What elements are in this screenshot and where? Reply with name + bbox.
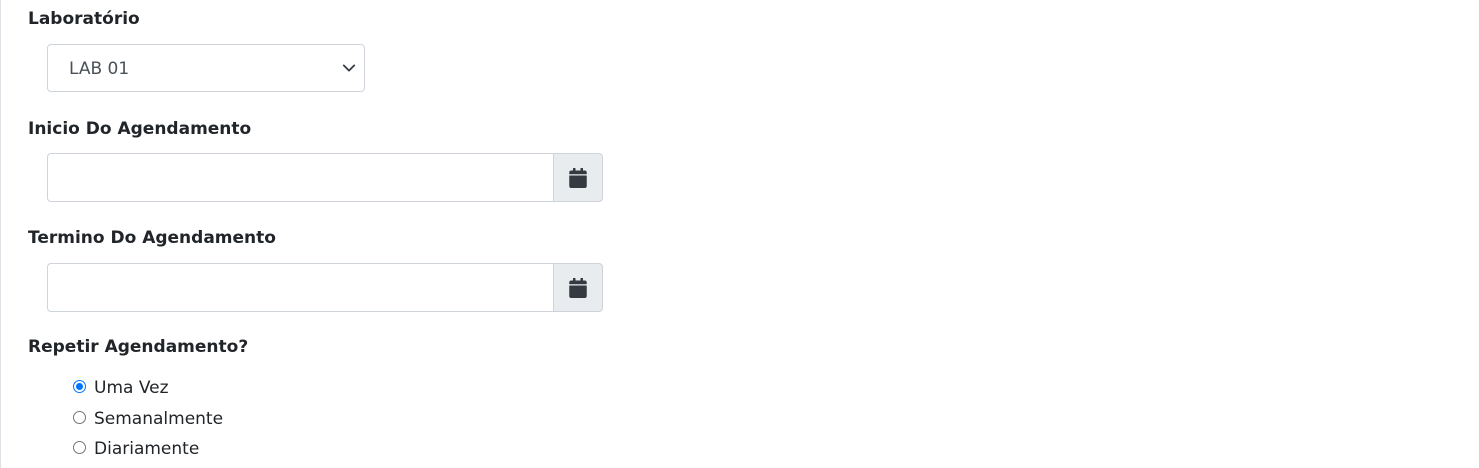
repeat-option-semanalmente[interactable]: Semanalmente xyxy=(73,407,223,431)
lab-label: Laboratório xyxy=(28,9,140,29)
start-date-group xyxy=(47,153,603,202)
lab-select[interactable]: LAB 01 xyxy=(47,44,365,92)
repeat-label: Repetir Agendamento? xyxy=(28,337,249,357)
end-date-group xyxy=(47,263,603,312)
lab-select-value: LAB 01 xyxy=(69,59,130,79)
radio-label-uma-vez: Uma Vez xyxy=(94,378,169,398)
end-date-picker-button[interactable] xyxy=(553,263,603,312)
start-label: Inicio Do Agendamento xyxy=(28,119,252,139)
end-label: Termino Do Agendamento xyxy=(28,228,276,248)
start-date-input[interactable] xyxy=(47,153,553,202)
scheduling-form: Laboratório LAB 01 Inicio Do Agendamento… xyxy=(0,0,1479,468)
chevron-down-icon xyxy=(342,64,356,72)
start-date-picker-button[interactable] xyxy=(553,153,603,202)
radio-label-diariamente: Diariamente xyxy=(94,439,200,459)
radio-diariamente[interactable] xyxy=(73,440,86,454)
radio-uma-vez[interactable] xyxy=(73,379,86,393)
end-date-input[interactable] xyxy=(47,263,553,312)
radio-label-semanalmente: Semanalmente xyxy=(94,409,224,429)
repeat-option-diariamente[interactable]: Diariamente xyxy=(73,437,199,461)
repeat-option-uma-vez[interactable]: Uma Vez xyxy=(73,376,169,400)
calendar-icon xyxy=(569,167,587,188)
radio-semanalmente[interactable] xyxy=(73,410,86,424)
calendar-icon xyxy=(569,277,587,298)
